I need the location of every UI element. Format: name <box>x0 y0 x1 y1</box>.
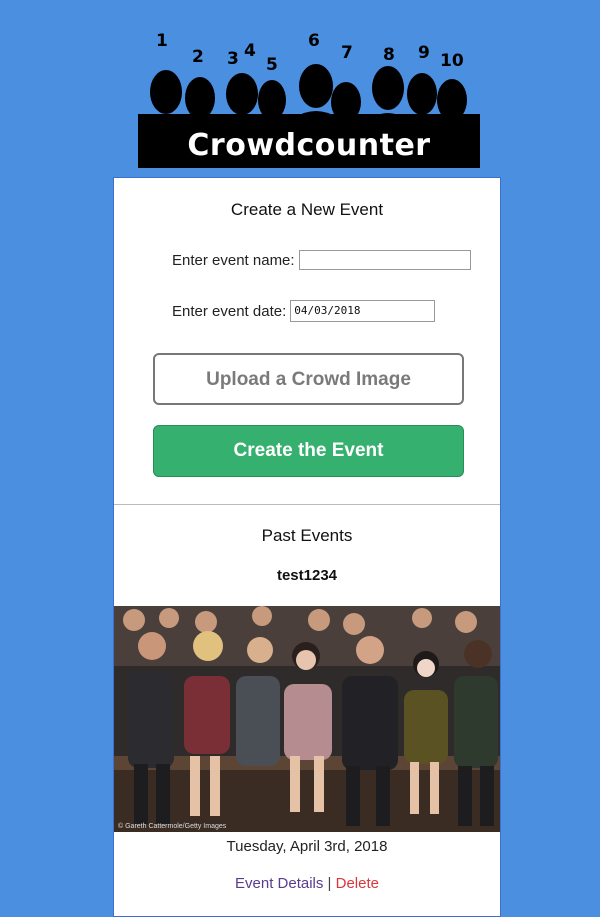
logo-number: 9 <box>418 43 430 63</box>
event-name-input[interactable] <box>298 250 471 270</box>
upload-crowd-image-button[interactable]: Upload a Crowd Image <box>153 353 464 405</box>
logo-number: 4 <box>244 41 256 61</box>
logo-number: 8 <box>383 45 395 65</box>
event-title: test1234 <box>276 567 338 584</box>
logo-number: 7 <box>341 43 353 63</box>
link-separator: | <box>327 875 332 892</box>
logo-number: 1 <box>156 31 168 51</box>
logo-number: 3 <box>227 49 239 69</box>
photo-credit: © Gareth Cattermole/Getty Images <box>118 823 227 830</box>
section-divider <box>114 504 500 505</box>
event-crowd-photo: © Gareth Cattermole/Getty Images <box>114 606 500 832</box>
crowd-photo-image <box>114 606 500 832</box>
event-details-link[interactable]: Event Details <box>235 875 323 892</box>
event-date-row: Enter event date: 04/03/2018 <box>172 300 436 322</box>
event-card: Create a New Event Enter event name: Ent… <box>113 177 501 917</box>
event-date: Tuesday, April 3rd, 2018 <box>226 838 388 855</box>
event-date-label: Enter event date: <box>172 302 287 320</box>
event-date-input[interactable]: 04/03/2018 <box>290 300 436 322</box>
logo-number: 10 <box>440 51 464 71</box>
logo-number: 5 <box>266 55 278 75</box>
logo-number: 2 <box>192 47 204 67</box>
delete-event-link[interactable]: Delete <box>336 875 379 892</box>
event-actions: Event Details | Delete <box>114 875 500 892</box>
past-events-heading: Past Events <box>261 526 353 545</box>
logo-number: 6 <box>308 31 320 51</box>
event-name-label: Enter event name: <box>172 251 295 269</box>
create-event-button[interactable]: Create the Event <box>153 425 464 477</box>
app-title: Crowdcounter <box>187 128 431 163</box>
create-event-heading: Create a New Event <box>230 200 384 219</box>
crowdcounter-logo: 1 2 3 4 5 6 7 8 9 10 Crowdcounter <box>138 18 480 168</box>
event-name-row: Enter event name: <box>172 250 471 270</box>
